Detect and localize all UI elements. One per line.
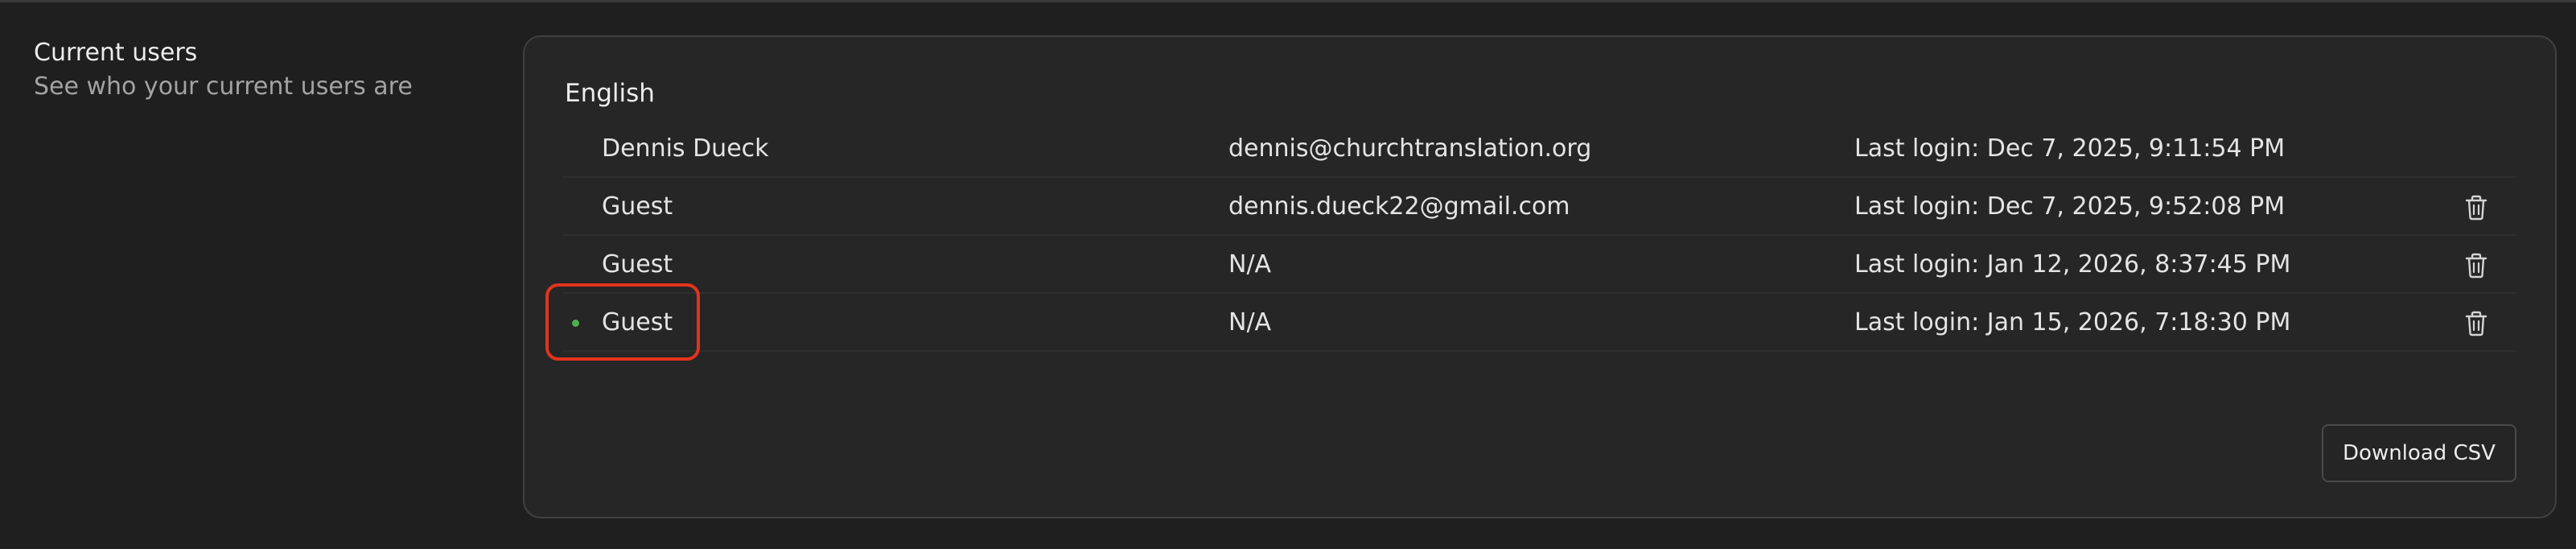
user-row: Guest N/A Last login: Jan 12, 2026, 8:37… — [563, 236, 2516, 294]
download-csv-button[interactable]: Download CSV — [2322, 424, 2516, 482]
user-last-login: Last login: Jan 15, 2026, 7:18:30 PM — [1854, 308, 2291, 336]
user-last-login: Last login: Jan 12, 2026, 8:37:45 PM — [1854, 250, 2291, 279]
user-row: Dennis Dueck dennis@churchtranslation.or… — [563, 120, 2516, 178]
top-divider — [0, 0, 2576, 2]
trash-icon[interactable] — [2463, 194, 2489, 221]
user-name: Guest — [602, 250, 673, 279]
user-last-login: Last login: Dec 7, 2025, 9:11:54 PM — [1854, 134, 2286, 163]
section-header: Current users See who your current users… — [34, 37, 413, 105]
user-name: Dennis Dueck — [602, 134, 769, 163]
section-subtitle: See who your current users are — [34, 72, 413, 101]
user-email: dennis.dueck22@gmail.com — [1228, 192, 1570, 221]
user-email: dennis@churchtranslation.org — [1228, 134, 1592, 163]
section-title: Current users — [34, 39, 198, 67]
user-row: Guest dennis.dueck22@gmail.com Last logi… — [563, 178, 2516, 236]
user-email: N/A — [1228, 250, 1272, 279]
trash-icon[interactable] — [2463, 310, 2489, 337]
user-last-login: Last login: Dec 7, 2025, 9:52:08 PM — [1854, 192, 2286, 221]
user-row: Guest N/A Last login: Jan 15, 2026, 7:18… — [563, 294, 2516, 352]
language-group-label: English — [565, 79, 655, 108]
users-card: English Dennis Dueck dennis@churchtransl… — [523, 35, 2557, 518]
user-name: Guest — [602, 308, 673, 336]
user-email: N/A — [1228, 308, 1272, 336]
user-name: Guest — [602, 192, 673, 221]
online-status-dot — [572, 320, 579, 327]
trash-icon[interactable] — [2463, 252, 2489, 279]
users-list: Dennis Dueck dennis@churchtranslation.or… — [563, 120, 2516, 352]
